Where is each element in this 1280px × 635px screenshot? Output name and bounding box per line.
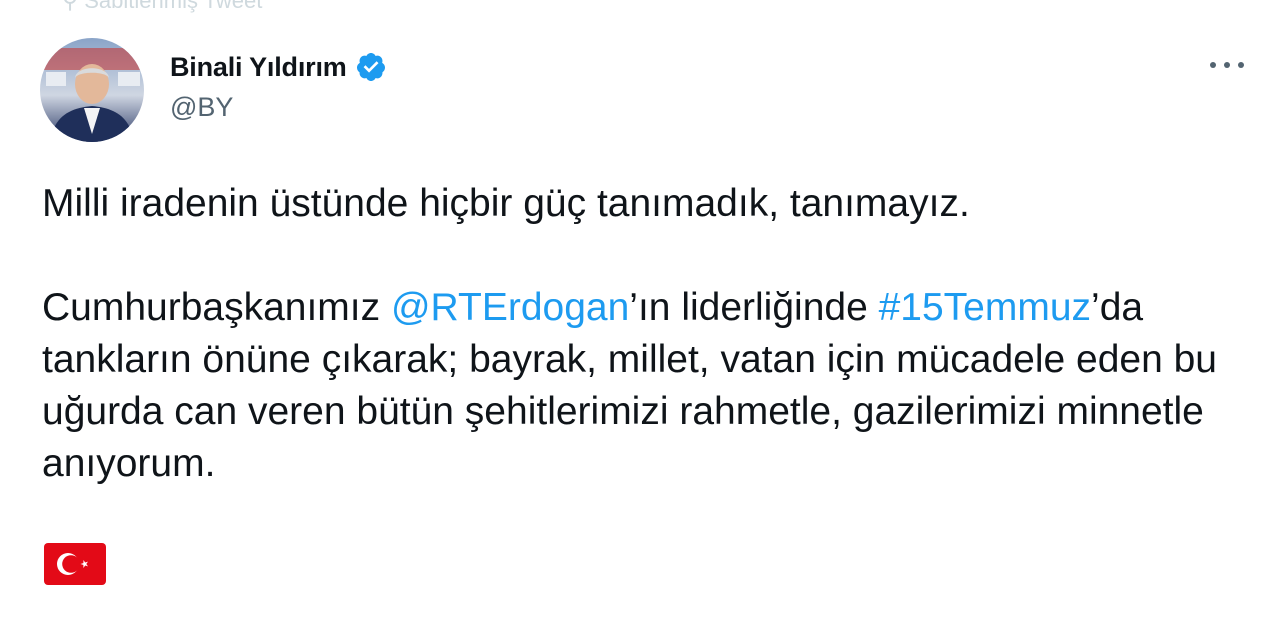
tweet-paragraph-1: Milli iradenin üstünde hiçbir güç tanıma…	[42, 182, 970, 225]
author-name[interactable]: Binali Yıldırım	[170, 52, 347, 83]
tweet-text: Milli iradenin üstünde hiçbir güç tanıma…	[42, 178, 1252, 490]
avatar-image	[40, 38, 144, 142]
hashtag-link[interactable]: #15Temmuz	[879, 286, 1091, 329]
avatar[interactable]	[40, 38, 144, 142]
more-options-icon[interactable]	[1210, 50, 1244, 80]
author-handle[interactable]: @BY	[170, 92, 233, 123]
turkey-flag-icon	[44, 543, 106, 585]
tweet-text-segment: Cumhurbaşkanımız	[42, 286, 391, 329]
tweet-card[interactable]: ⚲ Sabitlenmiş Tweet Binali Yıldırım @BY …	[0, 0, 1280, 635]
mention-link[interactable]: @RTErdogan	[391, 286, 629, 329]
author-row: Binali Yıldırım	[170, 49, 387, 85]
tweet-paragraph-2: Cumhurbaşkanımız @RTErdogan’ın liderliği…	[42, 282, 1252, 490]
tweet-text-segment: ’ın liderliğinde	[629, 286, 879, 329]
pinned-tweet-text: Sabitlenmiş Tweet	[84, 0, 263, 13]
verified-badge-icon	[355, 51, 387, 83]
pinned-tweet-label: ⚲ Sabitlenmiş Tweet	[62, 0, 262, 18]
pin-icon: ⚲	[62, 0, 79, 13]
